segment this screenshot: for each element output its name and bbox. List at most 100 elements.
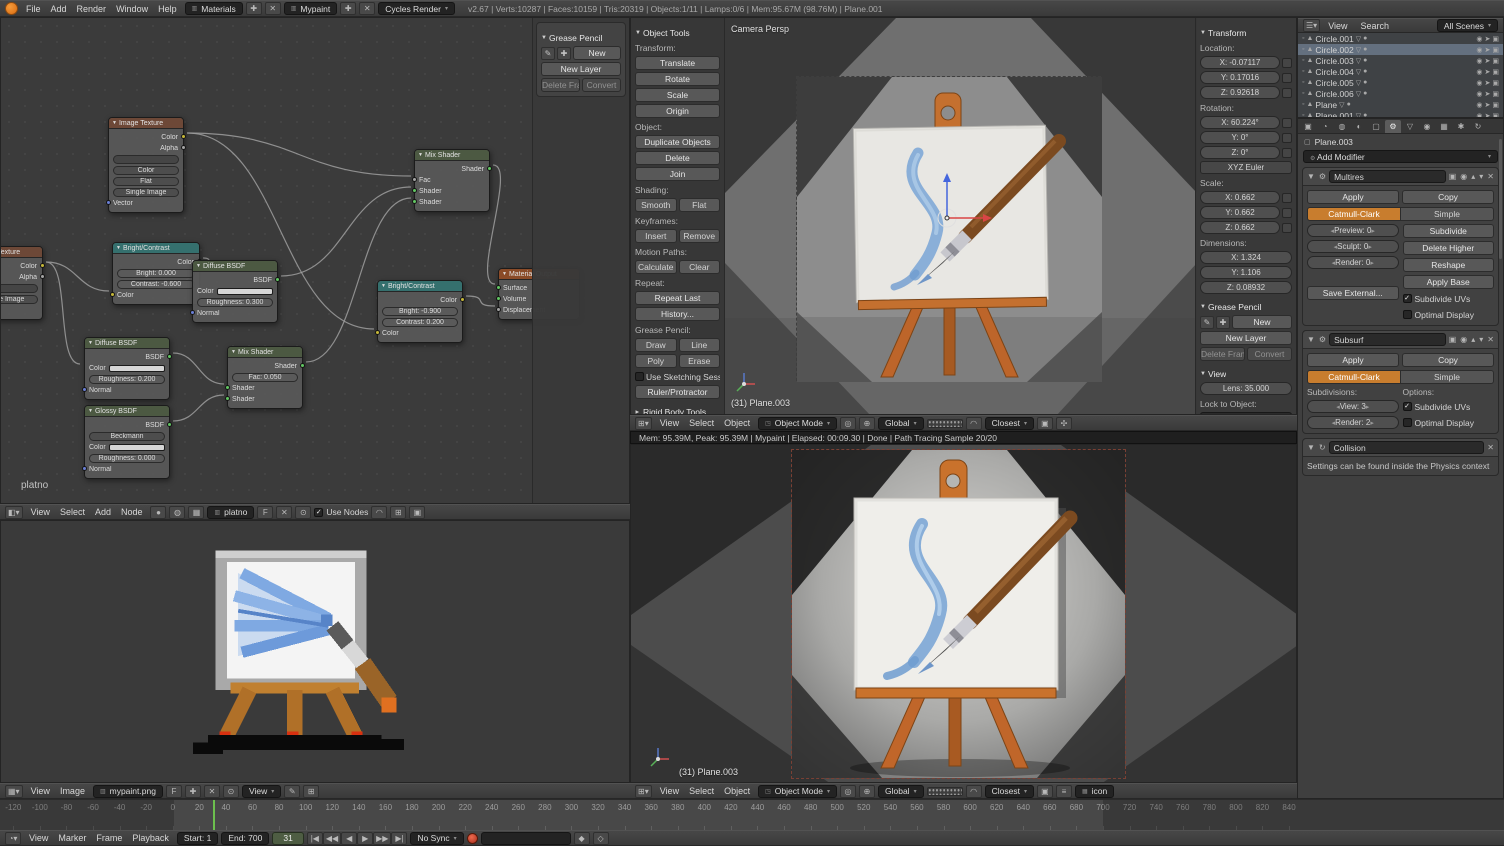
lock-icon[interactable] [1282, 208, 1292, 218]
modifier-header[interactable]: ▼ ⚙ Multires ▣ ◉ ▴ ▾ ✕ [1303, 168, 1498, 186]
delete-higher-button[interactable]: Delete Higher [1403, 241, 1495, 255]
tab-physics[interactable]: ↻ [1470, 120, 1486, 133]
node-row[interactable]: Color [117, 257, 195, 267]
menu-item[interactable]: Add [46, 3, 72, 15]
menu-item[interactable]: File [21, 3, 46, 15]
ui-item[interactable]: ▼ ✎ ✚ Grease Pencil [1200, 300, 1292, 313]
ui-item-label[interactable]: History... [635, 307, 720, 321]
node-header[interactable]: ▼ Mix Shader [415, 150, 489, 161]
optimal-display-checkbox[interactable]: Optimal Display [1403, 308, 1495, 321]
snap-target-selector[interactable]: Closest▾ [985, 785, 1034, 798]
unlink-image-button[interactable]: ✕ [204, 785, 220, 798]
input-socket[interactable] [412, 199, 417, 204]
keying-set-field[interactable] [481, 832, 571, 845]
object-name[interactable]: Circle.005 [1315, 78, 1353, 88]
input-socket[interactable] [82, 466, 87, 471]
ui-item-label[interactable]: Grease Pencil: [635, 325, 691, 335]
output-socket[interactable] [487, 166, 492, 171]
ui-item-label[interactable]: New Layer [541, 62, 621, 76]
subdivide-button[interactable]: Subdivide [1403, 224, 1495, 238]
menu-item[interactable]: Help [153, 3, 182, 15]
object-dot-icon[interactable]: ◦ [1302, 101, 1304, 108]
ui-item-b[interactable]: Convert [1247, 347, 1292, 361]
collapse-icon[interactable]: ▼ [231, 349, 236, 355]
ui-item-label[interactable]: Origin [635, 104, 720, 118]
ui-item-label[interactable]: Repeat: [635, 278, 665, 288]
object-dot-icon[interactable]: ◦ [1302, 57, 1304, 64]
node-row[interactable]: Shader [232, 383, 298, 393]
output-socket[interactable] [40, 274, 45, 279]
outliner-row[interactable]: ◦ ▲ Circle.003 ▽ ● ◉ ➤ ▣ [1298, 55, 1503, 66]
shader-node[interactable]: ▼ Image Texture Color [108, 117, 184, 213]
node-row[interactable] [0, 283, 38, 293]
shader-node[interactable]: ▼ Mix Shader Shader [227, 346, 303, 409]
ui-item[interactable]: ▼ ✎ ✚ Grease Pencil [541, 31, 621, 44]
fake-user-button[interactable]: F [166, 785, 182, 798]
panel-collapse-icon[interactable]: ▼ [541, 35, 547, 41]
copy-button[interactable]: Copy [1402, 353, 1494, 367]
ui-item-a[interactable]: Draw [635, 338, 677, 352]
ui-item-label[interactable]: Dimensions: [1200, 238, 1247, 248]
collapse-icon[interactable]: ▼ [418, 152, 423, 158]
input-socket[interactable] [375, 330, 380, 335]
ui-item-label[interactable]: Y: 1.106 [1200, 266, 1292, 279]
reshape-button[interactable]: Reshape [1403, 258, 1495, 272]
ui-item[interactable]: ▼ ✎ ✚ Y: 1.106 [1200, 266, 1292, 279]
add-screen-button[interactable]: ✚ [246, 2, 262, 15]
collapse-icon[interactable]: ▼ [88, 408, 93, 414]
render-camera-icon[interactable]: ▣ [1492, 35, 1499, 43]
ui-item-a[interactable]: Delete Frame [541, 78, 580, 92]
image-selector[interactable]: ▥mypaint.png [93, 785, 163, 798]
ui-item-label[interactable]: Y: 0° [1200, 131, 1280, 144]
transport-button[interactable]: ◀ [341, 832, 357, 845]
ui-item-label[interactable]: Grease Pencil [1208, 302, 1261, 312]
node-header[interactable]: ▼ Bright/Contrast [113, 243, 199, 254]
move-down-icon[interactable]: ▾ [1478, 335, 1484, 344]
outliner-search-menu[interactable]: Search [1356, 20, 1395, 32]
node-row[interactable]: Roughness: 0.200 [89, 374, 165, 384]
input-socket[interactable] [412, 177, 417, 182]
viewport-visibility-icon[interactable]: ◉ [1459, 335, 1468, 344]
ui-item-label[interactable]: XYZ Euler [1200, 161, 1292, 174]
ui-item-b[interactable]: Flat [679, 198, 721, 212]
ui-item-b[interactable]: Convert [582, 78, 621, 92]
ui-item[interactable]: ▼ ✎ ✚ Object Tools [635, 26, 720, 39]
color-swatch[interactable] [217, 288, 273, 295]
ui-item-label[interactable]: Duplicate Objects [635, 135, 720, 149]
insert-keyframe-icon[interactable]: ◆ [574, 832, 590, 845]
menu-item[interactable]: View [655, 785, 684, 797]
object-name[interactable]: Circle.001 [1315, 34, 1353, 44]
start-frame-field[interactable]: Start: 1 [177, 832, 218, 845]
render-opengl-icon[interactable]: ▣ [1037, 785, 1053, 798]
node-row[interactable]: Normal [197, 308, 273, 318]
ui-item[interactable]: ▼ ✎ ✚ Keyframes: [635, 214, 720, 227]
ui-item-label[interactable]: View [1208, 369, 1226, 379]
transport-button[interactable]: ▶▶ [373, 832, 391, 845]
collapse-icon[interactable]: ▼ [381, 283, 386, 289]
ui-item[interactable]: ▼ ✎ ✚ Lens: 35.000 [1200, 382, 1292, 395]
apply-button[interactable]: Apply [1307, 353, 1399, 367]
render-camera-icon[interactable]: ▣ [1492, 46, 1499, 54]
ui-item-label[interactable]: Scale [635, 88, 720, 102]
scene-selector[interactable]: ▥Mypaint [284, 2, 337, 15]
pin-icon[interactable]: ⊙ [223, 785, 239, 798]
ui-item[interactable]: ▼ ✎ ✚ Shading: [635, 183, 720, 196]
ui-item[interactable]: ▼ ✎ ✚ Y: 0.17016 [1200, 71, 1292, 84]
ui-item-label[interactable]: Transform: [635, 43, 676, 53]
use-nodes-toggle[interactable]: Use Nodes [314, 506, 368, 519]
ui-item[interactable]: ▼ ✎ ✚ Translate [635, 56, 720, 70]
object-name[interactable]: Circle.002 [1315, 45, 1353, 55]
collapse-icon[interactable]: ▼ [112, 120, 117, 126]
ui-item[interactable]: ▼ ✎ ✚ Motion Paths: [635, 245, 720, 258]
ui-item[interactable]: ▼ ✎ ✚ Rotate [635, 72, 720, 86]
apply-button[interactable]: Apply [1307, 190, 1399, 204]
ui-item[interactable]: ▼ ✎ ✚ Z: 0.92618 [1200, 86, 1292, 99]
ui-item[interactable]: ▼ ✎ ✚ Rotation: [1200, 101, 1292, 114]
tab-texture[interactable]: ▦ [1436, 120, 1452, 133]
menu-item[interactable]: View [26, 506, 55, 518]
pivot-point-icon[interactable]: ⊕ [859, 417, 875, 430]
node-row[interactable]: Shader [419, 197, 485, 207]
ui-item[interactable]: ▼ ✎ ✚ Calculate Clear [635, 260, 720, 274]
layer-dots[interactable] [927, 419, 963, 428]
ui-item[interactable]: ▼ ✎ ✚ Y: 0° [1200, 131, 1292, 144]
